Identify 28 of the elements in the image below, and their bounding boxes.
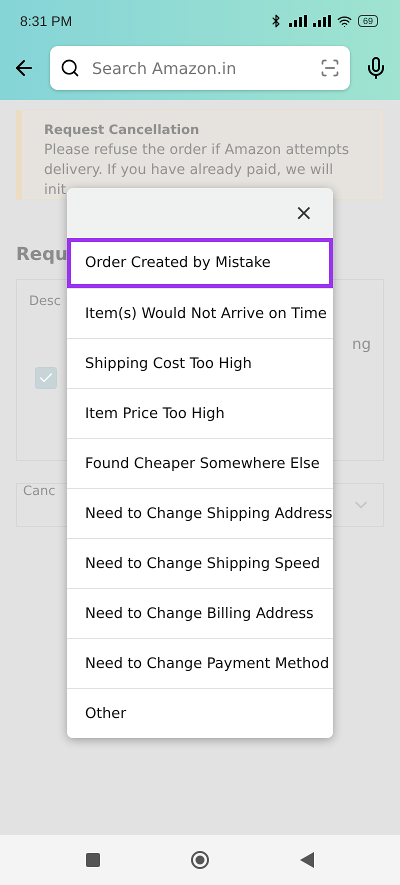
search-field[interactable]: Search Amazon.in — [50, 46, 350, 90]
battery-level: 69 — [358, 15, 378, 27]
box-text: ng — [352, 335, 371, 353]
reason-option[interactable]: Shipping Cost Too High — [67, 338, 333, 388]
back-icon[interactable] — [300, 852, 314, 868]
reason-option[interactable]: Need to Change Shipping Speed — [67, 538, 333, 588]
signal-icon — [312, 15, 331, 27]
reason-option[interactable]: Order Created by Mistake — [67, 238, 333, 288]
reason-option[interactable]: Need to Change Payment Method — [67, 638, 333, 688]
reason-option[interactable]: Item Price Too High — [67, 388, 333, 438]
section-heading: Requ — [16, 244, 68, 265]
reason-option[interactable]: Item(s) Would Not Arrive on Time — [67, 288, 333, 338]
wifi-icon — [336, 14, 352, 28]
notice-text: delivery. If you have already paid, we will — [44, 162, 334, 178]
status-time: 8:31 PM — [20, 13, 72, 29]
notice-text: init — [44, 182, 66, 198]
home-icon[interactable] — [190, 850, 210, 870]
box-label: Desc — [29, 294, 61, 309]
notice-text: Please refuse the order if Amazon attempts — [44, 142, 350, 158]
notice-title: Request Cancellation — [44, 123, 200, 138]
reason-option[interactable]: Need to Change Shipping Address — [67, 488, 333, 538]
reason-option[interactable]: Found Cheaper Somewhere Else — [67, 438, 333, 488]
reason-option[interactable]: Other — [67, 688, 333, 738]
close-button[interactable]: × — [292, 200, 315, 226]
search-icon — [60, 58, 80, 78]
signal-icon — [288, 15, 307, 27]
checkbox[interactable] — [35, 367, 57, 389]
reason-option[interactable]: Need to Change Billing Address — [67, 588, 333, 638]
